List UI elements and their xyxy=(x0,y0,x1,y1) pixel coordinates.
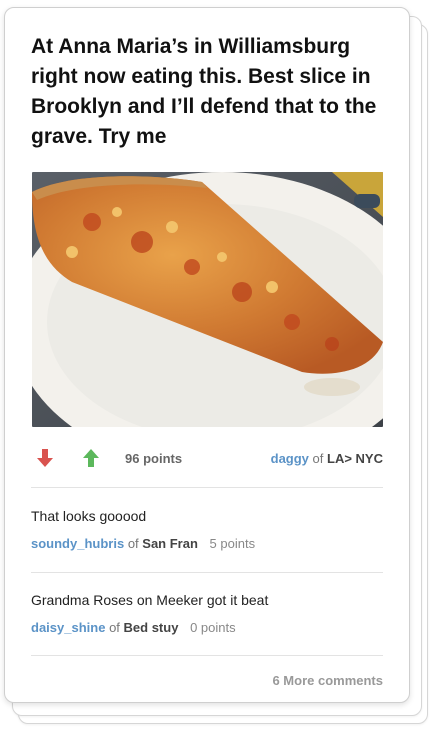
comment-text: Grandma Roses on Meeker got it beat xyxy=(31,592,269,608)
post-points: 96 points xyxy=(125,451,183,466)
more-comments-link[interactable]: 6 More comments xyxy=(272,673,383,688)
comment-username[interactable]: daisy_shine xyxy=(31,620,105,635)
comment-item: Grandma Roses on Meeker got it beat dais… xyxy=(31,592,383,635)
comment-meta: daisy_shine of Bed stuy 0 points xyxy=(31,620,383,635)
author-location: LA> NYC xyxy=(327,451,383,466)
comment-item: That looks gooood soundy_hubris of San F… xyxy=(31,508,383,551)
divider xyxy=(31,655,383,656)
arrow-down-icon xyxy=(37,449,53,467)
upvote-button[interactable] xyxy=(81,448,101,473)
comment-meta: soundy_hubris of San Fran 5 points xyxy=(31,536,383,551)
comment-of: of xyxy=(127,536,139,551)
comment-location: San Fran xyxy=(142,536,198,551)
downvote-button[interactable] xyxy=(35,448,55,473)
comment-username[interactable]: soundy_hubris xyxy=(31,536,124,551)
comment-points: 5 points xyxy=(209,536,256,551)
author-of: of xyxy=(312,451,324,466)
divider xyxy=(31,572,383,573)
post-title: At Anna Maria’s in Williamsburg right no… xyxy=(31,35,377,148)
author-username[interactable]: daggy xyxy=(271,451,309,466)
divider xyxy=(31,487,383,488)
comment-text: That looks gooood xyxy=(31,508,147,524)
post-actions: 96 points daggy of LA> NYC xyxy=(31,444,383,472)
comment-location: Bed stuy xyxy=(123,620,179,635)
comment-of: of xyxy=(109,620,120,635)
post-author: daggy of LA> NYC xyxy=(271,451,383,466)
comment-points: 0 points xyxy=(190,620,236,635)
post-photo[interactable] xyxy=(32,172,383,427)
pizza-slice-photo xyxy=(32,172,383,427)
post-card: At Anna Maria’s in Williamsburg right no… xyxy=(4,7,410,703)
arrow-up-icon xyxy=(83,449,99,467)
